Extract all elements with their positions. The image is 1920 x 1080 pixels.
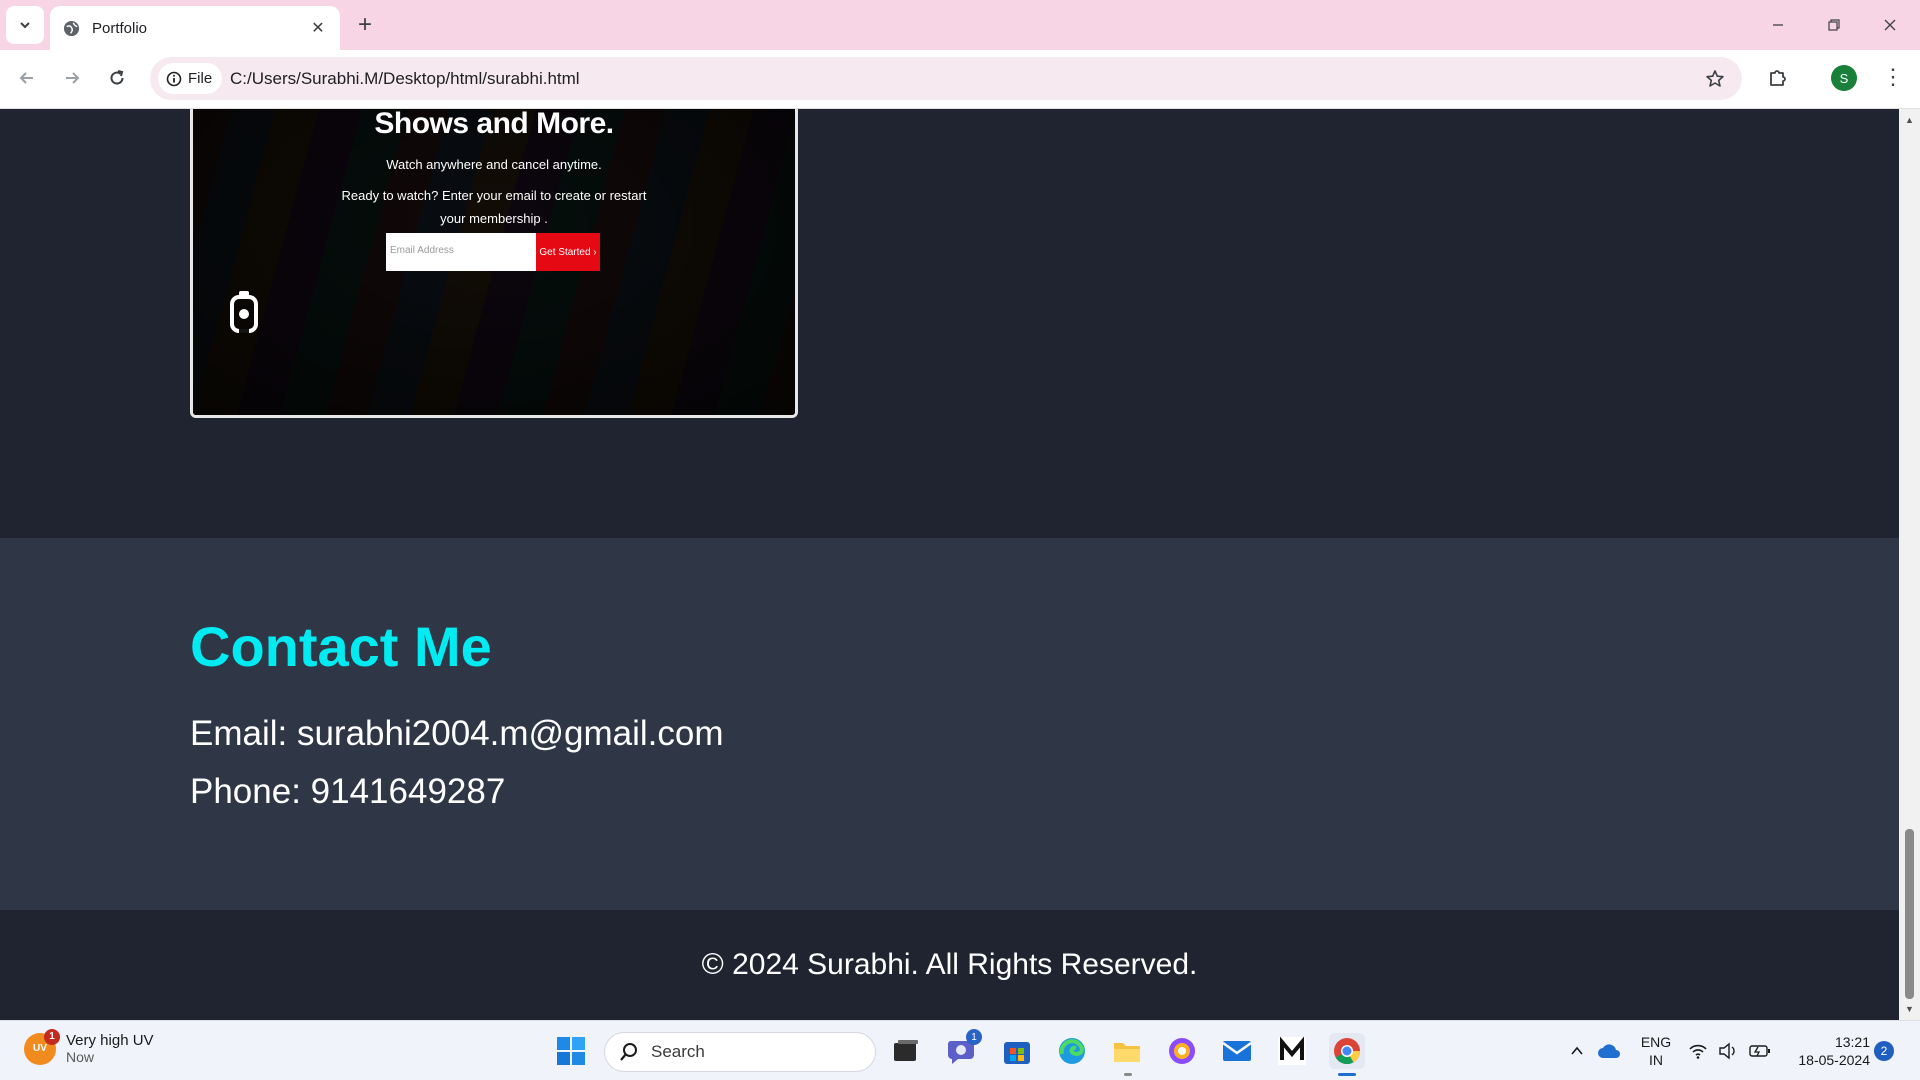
teams-chat-button[interactable]: 1 (944, 1029, 982, 1069)
speaker-icon (1719, 1042, 1735, 1060)
clock-date: 18-05-2024 (1798, 1052, 1870, 1068)
search-label: Search (651, 1042, 705, 1061)
system-clock[interactable]: 13:21 18-05-2024 (1782, 1033, 1870, 1069)
browser-menu-button[interactable]: ⋮ (1880, 61, 1906, 93)
onedrive-button[interactable] (1595, 1033, 1623, 1069)
bookmark-star-button[interactable] (1702, 66, 1728, 92)
forward-button[interactable] (56, 62, 88, 94)
explorer-running-indicator (1124, 1073, 1132, 1076)
show-hidden-icons-button[interactable] (1563, 1033, 1591, 1069)
search-icon (620, 1043, 637, 1061)
chrome-running-indicator (1338, 1073, 1356, 1076)
google-lens-icon[interactable] (227, 287, 261, 341)
chevron-down-icon (20, 22, 30, 29)
site-info-label: File (188, 70, 213, 87)
arrow-left-icon (19, 72, 33, 84)
weather-title: Very high UV (66, 1032, 154, 1049)
contact-phone: Phone: 9141649287 (190, 772, 506, 811)
taskbar-search-box[interactable]: Search (604, 1032, 876, 1072)
tab-search-button[interactable] (6, 6, 44, 44)
poster-text-line3: your membership . (440, 211, 548, 226)
notification-center-badge[interactable]: 2 (1874, 1041, 1894, 1061)
uv-weather-icon: UV 1 (24, 1028, 60, 1065)
info-icon (166, 71, 182, 86)
restore-button[interactable] (1806, 0, 1862, 50)
task-view-icon (894, 1040, 918, 1061)
url-text[interactable]: C:/Users/Surabhi.M/Desktop/html/surabhi.… (230, 57, 580, 100)
star-icon (1706, 70, 1724, 87)
edge-button[interactable] (1054, 1033, 1090, 1069)
weather-notification-badge: 1 (44, 1028, 60, 1045)
poster-email-form: Email Address Get Started › (386, 233, 600, 271)
contact-heading: Contact Me (190, 615, 492, 678)
page-footer: © 2024 Surabhi. All Rights Reserved. (0, 910, 1899, 1020)
teams-badge: 1 (966, 1029, 982, 1045)
tab-portfolio[interactable]: Portfolio ✕ (50, 6, 340, 50)
new-tab-button[interactable]: + (352, 11, 378, 38)
file-explorer-button[interactable] (1109, 1033, 1145, 1069)
tab-title: Portfolio (92, 19, 148, 37)
poster-get-started-button: Get Started › (536, 233, 600, 271)
scroll-up-arrow-icon[interactable]: ▲ (1899, 111, 1920, 129)
page-scrollbar[interactable]: ▲ ▼ (1899, 109, 1920, 1020)
contact-email: Email: surabhi2004.m@gmail.com (190, 714, 724, 753)
clock-time: 13:21 (1834, 1034, 1870, 1050)
app-circle-button[interactable] (1164, 1033, 1200, 1069)
tab-close-button[interactable]: ✕ (308, 18, 328, 38)
extensions-button[interactable] (1762, 61, 1794, 93)
arrow-right-icon (66, 72, 80, 84)
medium-app-button[interactable] (1274, 1033, 1310, 1069)
onedrive-cloud-icon (1598, 1044, 1620, 1058)
poster-email-field: Email Address (386, 233, 536, 271)
profile-avatar[interactable]: S (1831, 65, 1857, 91)
site-info-chip[interactable]: File (158, 63, 223, 94)
back-button[interactable] (11, 62, 43, 94)
close-window-button[interactable] (1862, 0, 1918, 50)
reload-icon (110, 70, 124, 85)
mail-icon (1222, 1041, 1252, 1061)
poster-text-line1: Watch anywhere and cancel anytime. (386, 157, 602, 172)
puzzle-icon (1770, 70, 1786, 86)
volume-button[interactable] (1714, 1033, 1742, 1069)
battery-button[interactable] (1746, 1033, 1774, 1069)
folder-icon (1114, 1043, 1140, 1062)
page-viewport: Shows and More. Watch anywhere and cance… (0, 109, 1899, 1020)
medium-m-icon (1278, 1036, 1306, 1065)
minimize-button[interactable] (1750, 0, 1806, 50)
chevron-up-icon (1571, 1046, 1583, 1055)
wifi-icon (1689, 1044, 1707, 1059)
language-indicator[interactable]: ENG IN (1636, 1033, 1676, 1069)
mail-button[interactable] (1219, 1033, 1255, 1069)
edge-browser-icon (1059, 1038, 1085, 1064)
poster-text-line2: Ready to watch? Enter your email to crea… (341, 188, 647, 203)
poster-heading: Shows and More. (374, 109, 614, 140)
restore-icon (1828, 19, 1840, 31)
chrome-button[interactable] (1329, 1033, 1365, 1069)
reload-button[interactable] (101, 62, 133, 94)
close-icon (1884, 19, 1896, 31)
scrollbar-thumb[interactable] (1905, 829, 1914, 999)
more-vertical-icon: ⋮ (1882, 64, 1904, 89)
task-view-button[interactable] (888, 1033, 924, 1069)
project-preview-card[interactable]: Shows and More. Watch anywhere and cance… (190, 109, 798, 418)
scroll-down-arrow-icon[interactable]: ▼ (1899, 1000, 1920, 1018)
wifi-button[interactable] (1684, 1033, 1712, 1069)
start-button[interactable] (553, 1033, 589, 1069)
globe-icon (62, 19, 80, 37)
microsoft-store-icon (1004, 1042, 1030, 1064)
minimize-icon (1773, 24, 1783, 26)
app-circle-icon (1169, 1038, 1195, 1064)
browser-toolbar: File C:/Users/Surabhi.M/Desktop/html/sur… (0, 50, 1920, 109)
chrome-icon (1334, 1038, 1361, 1065)
battery-icon (1749, 1045, 1770, 1057)
microsoft-store-button[interactable] (999, 1033, 1035, 1069)
windows-taskbar: UV 1 Very high UV Now Search 1 ENG IN 13… (0, 1020, 1920, 1080)
contact-section: Contact Me Email: surabhi2004.m@gmail.co… (0, 538, 1899, 910)
copyright-text: © 2024 Surabhi. All Rights Reserved. (701, 948, 1198, 981)
weather-subtitle: Now (66, 1049, 95, 1065)
weather-widget[interactable]: UV 1 Very high UV Now (24, 1028, 154, 1065)
address-bar[interactable]: File C:/Users/Surabhi.M/Desktop/html/sur… (150, 57, 1742, 100)
windows-logo-icon (557, 1037, 585, 1065)
browser-tabstrip: Portfolio ✕ + (0, 0, 1920, 50)
